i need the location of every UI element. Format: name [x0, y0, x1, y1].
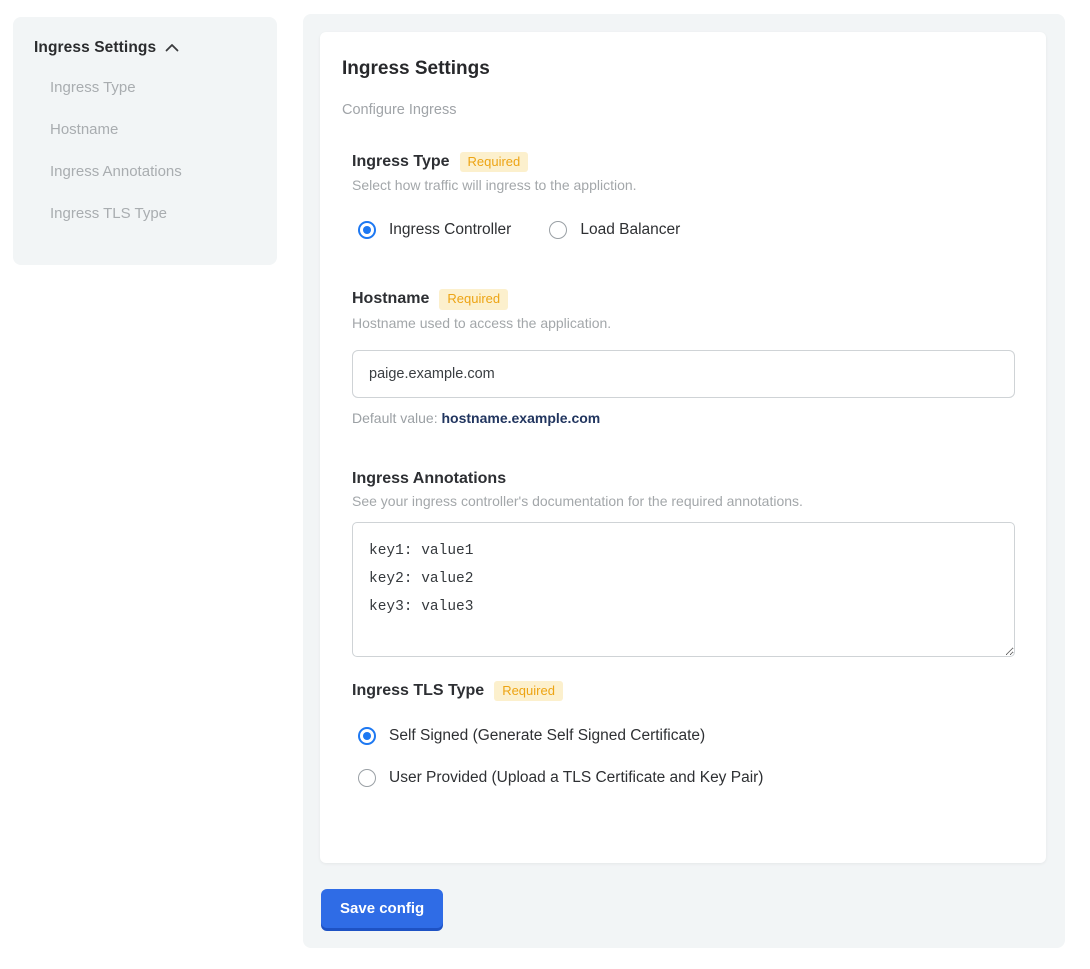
hostname-input[interactable]	[352, 350, 1015, 398]
sidebar-group-label: Ingress Settings	[34, 39, 156, 57]
radio-selected-icon[interactable]	[358, 221, 376, 239]
ingress-type-label: Ingress Type	[352, 153, 450, 171]
radio-option-label: Self Signed (Generate Self Signed Certif…	[389, 727, 705, 745]
radio-option-ingress-controller[interactable]: Ingress Controller	[358, 221, 511, 239]
required-badge: Required	[439, 289, 508, 309]
ingress-tls-radio-group: Self Signed (Generate Self Signed Certif…	[358, 727, 1015, 787]
sidebar-item-list: Ingress Type Hostname Ingress Annotation…	[34, 67, 257, 235]
radio-option-label: Load Balancer	[580, 221, 680, 239]
sidebar-item-ingress-annotations[interactable]: Ingress Annotations	[34, 151, 257, 193]
ingress-tls-type-label: Ingress TLS Type	[352, 682, 484, 700]
hostname-label: Hostname	[352, 290, 429, 308]
ingress-annotations-description: See your ingress controller's documentat…	[352, 493, 1015, 509]
section-ingress-type: Ingress Type Required Select how traffic…	[352, 152, 1015, 239]
ingress-type-description: Select how traffic will ingress to the a…	[352, 177, 1015, 193]
radio-option-load-balancer[interactable]: Load Balancer	[549, 221, 680, 239]
ingress-settings-card: Ingress Settings Configure Ingress Ingre…	[320, 32, 1046, 863]
hostname-default-hint: Default value: hostname.example.com	[352, 410, 1015, 426]
sidebar-item-ingress-tls-type[interactable]: Ingress TLS Type	[34, 193, 257, 235]
radio-option-user-provided[interactable]: User Provided (Upload a TLS Certificate …	[358, 769, 1015, 787]
page-title: Ingress Settings	[342, 58, 1015, 80]
radio-unselected-icon[interactable]	[549, 221, 567, 239]
radio-option-label: Ingress Controller	[389, 221, 511, 239]
section-ingress-annotations: Ingress Annotations See your ingress con…	[352, 470, 1015, 657]
section-hostname: Hostname Required Hostname used to acces…	[352, 289, 1015, 425]
ingress-annotations-label: Ingress Annotations	[352, 470, 506, 488]
required-badge: Required	[494, 681, 563, 701]
sidebar-item-ingress-type[interactable]: Ingress Type	[34, 67, 257, 109]
hostname-description: Hostname used to access the application.	[352, 315, 1015, 331]
radio-option-label: User Provided (Upload a TLS Certificate …	[389, 769, 763, 787]
sidebar-item-hostname[interactable]: Hostname	[34, 109, 257, 151]
radio-unselected-icon[interactable]	[358, 769, 376, 787]
chevron-up-icon[interactable]	[165, 39, 179, 57]
radio-selected-icon[interactable]	[358, 727, 376, 745]
save-config-button[interactable]: Save config	[321, 889, 443, 928]
section-ingress-tls-type: Ingress TLS Type Required Self Signed (G…	[352, 681, 1015, 787]
ingress-annotations-textarea[interactable]: key1: value1 key2: value2 key3: value3	[352, 522, 1015, 657]
required-badge: Required	[460, 152, 529, 172]
ingress-type-radio-group: Ingress Controller Load Balancer	[358, 221, 1015, 239]
page-subtitle: Configure Ingress	[342, 102, 1015, 118]
radio-option-self-signed[interactable]: Self Signed (Generate Self Signed Certif…	[358, 727, 1015, 745]
default-value-text: hostname.example.com	[442, 410, 601, 426]
settings-sidebar: Ingress Settings Ingress Type Hostname I…	[13, 17, 277, 265]
sidebar-group-ingress-settings[interactable]: Ingress Settings	[34, 39, 257, 57]
default-value-prefix: Default value:	[352, 410, 442, 426]
config-panel: Ingress Settings Configure Ingress Ingre…	[303, 14, 1065, 948]
